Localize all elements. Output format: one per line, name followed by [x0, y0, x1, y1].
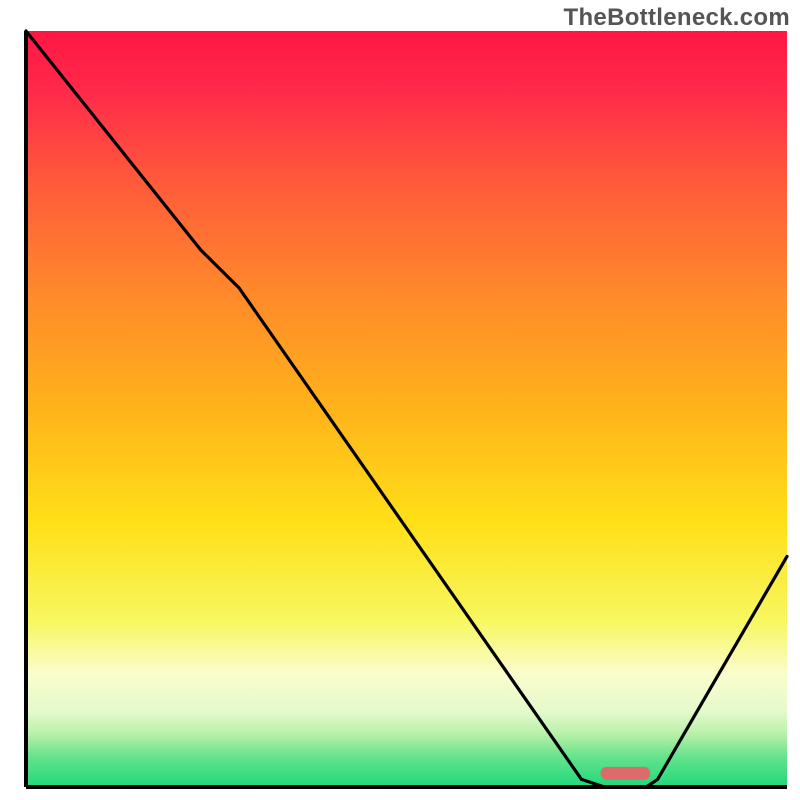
chart-frame: TheBottleneck.com	[0, 0, 800, 800]
gradient-background	[26, 31, 787, 787]
highlight-marker	[601, 767, 651, 780]
bottleneck-chart	[0, 0, 800, 800]
